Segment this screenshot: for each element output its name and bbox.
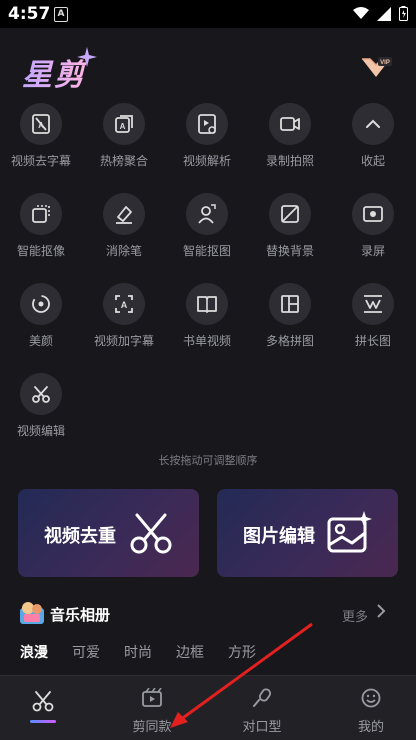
nav-lipsync-label: 对口型 [242,720,282,735]
chevron-up-icon [352,103,394,145]
more-link[interactable]: 更多 [342,606,368,625]
microphone-icon [253,688,272,707]
tool-replace-bg[interactable]: 替换背景 [249,193,331,259]
svg-text:A: A [120,122,126,131]
card-label: 图片编辑 [243,526,315,547]
image-edit-icon [327,511,372,553]
tool-label: 智能抠像 [16,244,65,258]
svg-text:A: A [38,121,44,130]
image-edit-card[interactable]: 图片编辑 [217,489,398,577]
tool-label: 录制拍照 [265,154,314,168]
tool-long-image[interactable]: 拼长图 [332,283,414,349]
grid-collage-icon [269,283,311,325]
remove-subtitle-icon: A [20,103,62,145]
tool-grid-collage[interactable]: 多格拼图 [249,283,331,349]
person-cutout-icon [186,193,228,235]
tool-eraser[interactable]: 消除笔 [83,193,165,259]
tool-label: 拼长图 [354,334,391,348]
tab-cute[interactable]: 可爱 [72,642,100,662]
tool-screen-record[interactable]: 录屏 [332,193,414,259]
vip-text: VIP [380,60,390,66]
nav-mine[interactable]: 我的 [319,688,416,735]
smart-cutout-icon [20,193,62,235]
replace-bg-icon [269,193,311,235]
tool-remove-subtitle[interactable]: A 视频去字幕 [0,103,82,169]
tool-beauty[interactable]: 美颜 [0,283,82,349]
status-time: 4:57 [8,4,51,24]
tool-chevron-up[interactable]: 收起 [332,103,414,169]
book-icon [186,283,228,325]
tool-label: 消除笔 [105,244,142,258]
tool-label: 多格拼图 [265,334,314,348]
svg-text:A: A [121,300,128,310]
tool-label: 智能抠图 [182,244,231,258]
tool-add-subtitle[interactable]: A 视频加字幕 [83,283,165,349]
tool-label: 视频去字幕 [10,154,71,168]
status-icons [353,6,408,21]
tool-label: 视频编辑 [16,424,65,438]
tab-fashion[interactable]: 时尚 [124,642,152,662]
tool-book[interactable]: 书单视频 [166,283,248,349]
nav-mine-label: 我的 [357,720,384,735]
nav-template-label: 剪同款 [132,720,172,735]
music-album-icon [20,602,44,624]
tool-label: 视频加字幕 [93,334,154,348]
tool-hot-list[interactable]: A 热榜聚合 [83,103,165,169]
nav-active-indicator [30,720,56,723]
nav-template[interactable]: 剪同款 [100,687,204,735]
bottom-nav: 剪同款 对口型 我的 [0,675,416,740]
tool-video-parse[interactable]: 视频解析 [166,103,248,169]
sparkle-icon [77,47,97,67]
nav-lipsync[interactable]: 对口型 [210,688,314,735]
tool-label: 书单视频 [182,334,231,348]
signal-icon [377,6,391,21]
tool-label: 收起 [360,154,385,168]
scissors-icon [130,513,172,554]
tool-label: 热榜聚合 [99,154,148,168]
tool-label: 美颜 [28,334,53,348]
video-parse-icon [186,103,228,145]
tool-scissors[interactable]: 视频编辑 [0,373,82,439]
beauty-icon [20,283,62,325]
tool-camera[interactable]: 录制拍照 [249,103,331,169]
tool-label: 视频解析 [182,154,231,168]
music-album-title: 音乐相册 [50,606,111,624]
long-image-icon [352,283,394,325]
status-bar: 4:57 A [0,0,416,28]
scissors-icon [20,373,62,415]
music-tabs: 浪漫 可爱 时尚 边框 方形 [20,642,256,662]
nav-edit[interactable] [0,690,95,723]
wifi-icon [353,7,369,19]
smile-icon [361,688,381,708]
tool-label: 替换背景 [265,244,314,258]
notification-icon: A [54,7,68,22]
tab-romantic[interactable]: 浪漫 [20,642,48,662]
scissors-icon [32,691,54,712]
hot-list-icon: A [103,103,145,145]
film-icon [142,687,162,707]
add-subtitle-icon: A [103,283,145,325]
tool-smart-cutout[interactable]: 智能抠像 [0,193,82,259]
tab-border[interactable]: 边框 [176,642,204,662]
battery-icon [399,6,408,21]
tab-square[interactable]: 方形 [228,642,256,662]
vip-badge-icon[interactable]: VIP [358,55,394,81]
tool-label: 录屏 [360,244,385,258]
video-dedup-card[interactable]: 视频去重 [18,489,199,577]
card-label: 视频去重 [44,526,116,547]
chevron-right-icon[interactable] [376,603,386,619]
tool-person-cutout[interactable]: 智能抠图 [166,193,248,259]
camera-icon [269,103,311,145]
drag-hint: 长按拖动可调整顺序 [158,454,258,467]
screen-record-icon [352,193,394,235]
eraser-icon [103,193,145,235]
